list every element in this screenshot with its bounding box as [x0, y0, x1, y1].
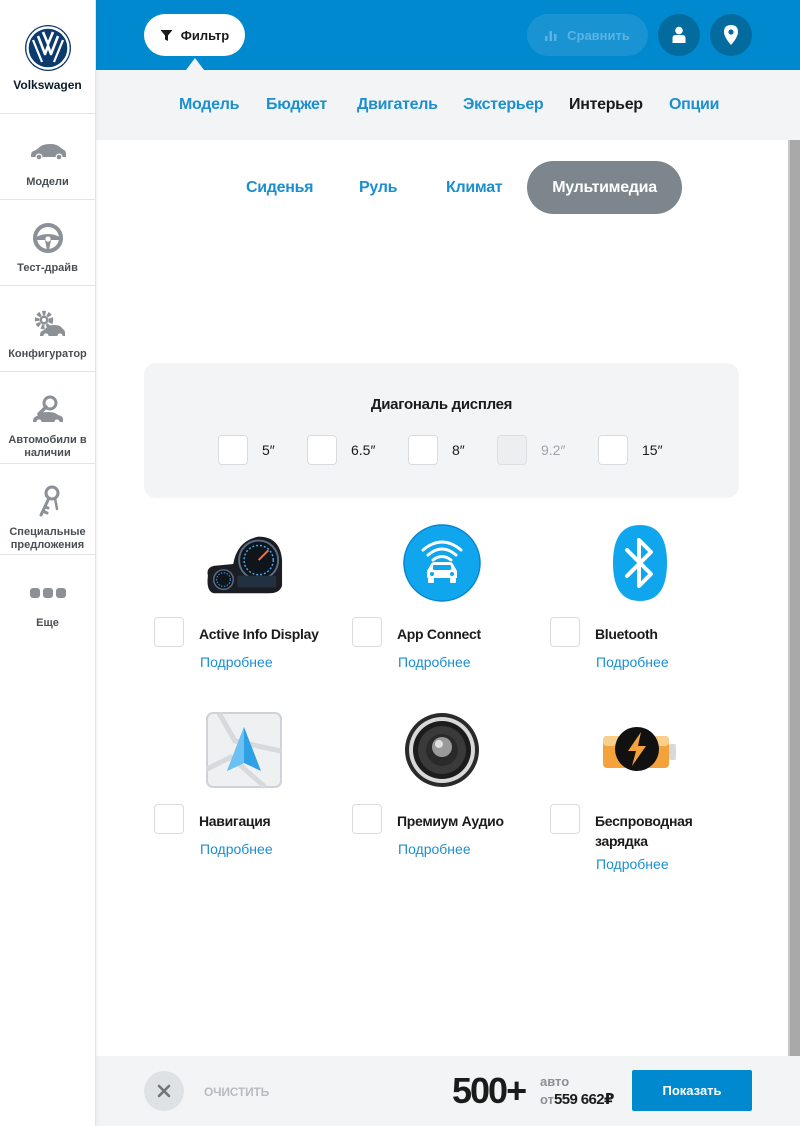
bar-chart-icon [545, 31, 557, 41]
display-option-8[interactable]: 8″ [408, 435, 465, 465]
close-icon [157, 1084, 171, 1098]
clear-label[interactable]: ОЧИСТИТЬ [204, 1085, 269, 1099]
feature-name: Беспроводная зарядка [595, 813, 693, 849]
display-option-9-2: 9.2″ [497, 435, 565, 465]
bottom-bar: ОЧИСТИТЬ 500+ авто от559 662₽ Показать [96, 1056, 800, 1126]
details-link[interactable]: Подробнее [398, 841, 471, 857]
sidebar: Volkswagen Модели Тест-драйв Конфигурато… [0, 0, 96, 1126]
compare-button[interactable]: Сравнить [527, 14, 648, 56]
price-from: от [540, 1092, 554, 1107]
tab-model[interactable]: Модель [179, 96, 239, 114]
tab-exterior[interactable]: Экстерьер [463, 96, 544, 114]
checkbox[interactable] [408, 435, 438, 465]
display-option-5[interactable]: 5″ [218, 435, 275, 465]
keys-icon [28, 484, 68, 520]
compare-label: Сравнить [567, 27, 630, 43]
checkbox[interactable] [598, 435, 628, 465]
account-button[interactable] [658, 14, 700, 56]
subtab-steering[interactable]: Руль [359, 179, 397, 197]
checkbox[interactable] [154, 804, 184, 834]
main-tabs: Модель Бюджет Двигатель Экстерьер Интерь… [96, 70, 800, 140]
car-wifi-icon [402, 523, 482, 603]
sidebar-item-label: Модели [26, 176, 69, 188]
battery-charge-icon [600, 710, 680, 790]
option-label: 15″ [642, 442, 663, 458]
tab-engine[interactable]: Двигатель [357, 96, 438, 114]
display-option-6-5[interactable]: 6.5″ [307, 435, 375, 465]
option-label: 9.2″ [541, 442, 566, 458]
car-search-icon [28, 392, 68, 428]
location-button[interactable] [710, 14, 752, 56]
vw-logo-icon [24, 25, 71, 71]
sidebar-item-label: Еще [36, 617, 59, 629]
sidebar-item-configurator[interactable]: Конфигуратор [0, 286, 95, 372]
option-label: 6.5″ [351, 442, 376, 458]
option-label: 5″ [262, 442, 275, 458]
top-bar: Фильтр Сравнить [96, 0, 800, 70]
details-link[interactable]: Подробнее [596, 856, 669, 872]
user-icon [672, 26, 686, 43]
subtab-climate[interactable]: Климат [446, 179, 503, 197]
sidebar-item-special-offers[interactable]: Специальные предложения [0, 464, 95, 555]
display-diagonal-box: Диагональ дисплея 5″ 6.5″ 8″ 9.2″ 15″ [144, 363, 739, 498]
sidebar-item-in-stock[interactable]: Автомобили в наличии [0, 372, 95, 464]
sidebar-item-label: Тест-драйв [17, 262, 78, 274]
tab-interior[interactable]: Интерьер [569, 96, 643, 114]
results-unit: авто [540, 1074, 570, 1089]
checkbox-disabled [497, 435, 527, 465]
checkbox[interactable] [352, 617, 382, 647]
checkbox[interactable] [218, 435, 248, 465]
checkbox[interactable] [550, 617, 580, 647]
subtab-multimedia[interactable]: Мультимедиа [527, 161, 682, 214]
feature-name: Премиум Аудио [397, 813, 504, 829]
details-link[interactable]: Подробнее [200, 841, 273, 857]
brand-block[interactable]: Volkswagen [0, 0, 95, 114]
sidebar-item-models[interactable]: Модели [0, 114, 95, 200]
steering-wheel-icon [28, 220, 68, 256]
scrollbar[interactable] [788, 140, 800, 1056]
brand-name: Volkswagen [13, 78, 82, 92]
feature-name: Active Info Display [199, 626, 319, 642]
details-link[interactable]: Подробнее [200, 654, 273, 670]
checkbox[interactable] [154, 617, 184, 647]
tab-budget[interactable]: Бюджет [266, 96, 327, 114]
subtab-seats[interactable]: Сиденья [246, 179, 313, 197]
feature-name: Навигация [199, 813, 271, 829]
filter-caret [186, 58, 204, 70]
filter-icon [160, 29, 173, 41]
filter-button[interactable]: Фильтр [144, 14, 245, 56]
filter-label: Фильтр [180, 27, 230, 43]
details-link[interactable]: Подробнее [596, 654, 669, 670]
bluetooth-icon [600, 523, 680, 603]
scrollbar-thumb[interactable] [788, 140, 800, 1056]
sidebar-item-label: Автомобили в наличии [8, 434, 87, 459]
details-link[interactable]: Подробнее [398, 654, 471, 670]
clear-button[interactable] [144, 1071, 184, 1111]
show-results-button[interactable]: Показать [632, 1070, 752, 1111]
car-icon [28, 134, 68, 170]
display-diagonal-title: Диагональ дисплея [370, 396, 513, 413]
feature-name: Bluetooth [595, 626, 658, 642]
speaker-icon [402, 710, 482, 790]
gear-car-icon [28, 306, 68, 342]
sidebar-item-test-drive[interactable]: Тест-драйв [0, 200, 95, 286]
feature-name: App Connect [397, 626, 481, 642]
checkbox[interactable] [307, 435, 337, 465]
price-value: 559 662₽ [553, 1091, 614, 1108]
filter-panel: Сиденья Руль Климат Мультимедиа Диагонал… [96, 140, 788, 1056]
sidebar-item-more[interactable]: Еще [0, 555, 95, 641]
display-option-15[interactable]: 15″ [598, 435, 663, 465]
navigation-arrow-icon [204, 710, 284, 790]
option-label: 8″ [452, 442, 465, 458]
sidebar-item-label: Специальные предложения [9, 526, 86, 551]
checkbox[interactable] [352, 804, 382, 834]
more-dots-icon [28, 575, 68, 611]
checkbox[interactable] [550, 804, 580, 834]
price-line: от559 662₽ [540, 1090, 614, 1108]
map-pin-icon [724, 25, 738, 45]
tab-options[interactable]: Опции [669, 96, 719, 114]
sidebar-item-label: Конфигуратор [8, 348, 87, 360]
results-count: 500+ [452, 1070, 527, 1111]
instrument-cluster-icon [204, 523, 284, 603]
